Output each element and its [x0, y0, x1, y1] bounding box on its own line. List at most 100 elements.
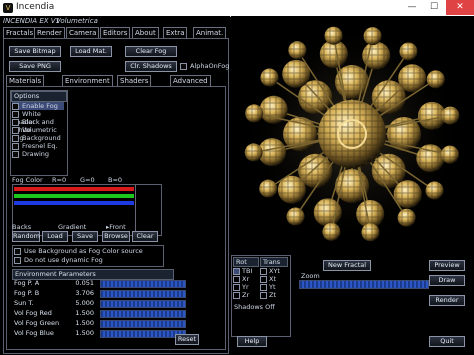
fog-color-label: Fog Color — [12, 176, 43, 184]
fresnel-checkbox[interactable]: Fresnel Eq. — [12, 142, 64, 150]
fractal-bulb-texture — [426, 70, 445, 89]
param-slider[interactable] — [100, 310, 186, 318]
trans-item-label: XYt — [269, 267, 280, 275]
param-name: Vol Fog Green — [14, 319, 60, 327]
rot-item[interactable]: TBI — [233, 267, 252, 275]
alpha-on-fog-checkbox[interactable]: AlphaOnFog — [180, 62, 229, 70]
rot-item[interactable]: Zr — [233, 291, 252, 299]
app-name: INCENDIA EX V1 — [3, 17, 61, 25]
rot-item[interactable]: Xr — [233, 275, 252, 283]
save-gradient-button[interactable]: Save — [72, 231, 98, 242]
clear-shadows-button[interactable]: Clr. Shadows — [125, 61, 177, 72]
param-slider[interactable] — [100, 330, 186, 338]
option-label: Drawing — [22, 150, 50, 158]
quit-button[interactable]: Quit — [429, 336, 465, 347]
param-value: 1.500 — [75, 319, 94, 327]
checkbox-box — [12, 102, 19, 110]
param-value: 0.051 — [75, 279, 94, 287]
preview-button[interactable]: Preview — [429, 260, 465, 271]
minimize-button[interactable]: — — [402, 0, 422, 15]
rot-item-label: Xr — [242, 275, 250, 283]
white-shader-checkbox[interactable]: White Shader — [12, 110, 64, 126]
param-row: Vol Fog Green 1.500 — [12, 319, 192, 328]
enable-fog-checkbox[interactable]: Enable Fog — [12, 102, 64, 110]
no-dynamic-fog-checkbox[interactable]: Do not use dynamic Fog — [14, 256, 103, 264]
gradient-label: Gradient — [58, 223, 87, 231]
rot-item-label: Yr — [242, 283, 249, 291]
param-slider[interactable] — [100, 280, 186, 288]
fractal-bulb-texture — [324, 26, 343, 45]
param-value: 3.706 — [75, 289, 94, 297]
random-button[interactable]: Random — [12, 231, 40, 242]
fractal-bulb-texture — [245, 104, 264, 123]
front-label: ▸Front — [106, 223, 126, 231]
help-button[interactable]: Help — [237, 336, 267, 347]
background-checkbox[interactable]: Background — [12, 134, 64, 142]
fog-red-value: R=0 — [52, 176, 67, 184]
trans-item[interactable]: Xt — [260, 275, 280, 283]
radio-box — [260, 267, 267, 275]
window-title: Incendia — [16, 2, 55, 12]
trans-item-label: Zt — [269, 291, 277, 299]
env-params-list: Fog P. A 0.051 Fog P. B 3.706 Sun T. 5.000 … — [12, 279, 192, 339]
fractal-bulb-texture — [363, 27, 382, 46]
trans-header: Trans — [260, 257, 288, 267]
draw-button[interactable]: Draw — [429, 275, 465, 286]
save-png-button[interactable]: Save PNG — [9, 61, 61, 72]
load-material-button[interactable]: Load Mat. — [70, 46, 112, 57]
maximize-button[interactable]: ☐ — [424, 0, 444, 15]
param-slider[interactable] — [100, 300, 186, 308]
param-slider[interactable] — [100, 320, 186, 328]
volumetric-fog-checkbox[interactable]: Volumetric Fog — [12, 126, 64, 142]
checkbox-box — [180, 62, 187, 70]
black-and-white-checkbox[interactable]: Black and White — [12, 118, 64, 134]
clear-fog-button[interactable]: Clear Fog — [125, 46, 177, 57]
rot-item[interactable]: Yr — [233, 283, 252, 291]
file-name: Volumetrica — [56, 17, 98, 25]
alpha-on-fog-label: AlphaOnFog — [190, 62, 230, 70]
fractal-viewport[interactable] — [231, 16, 474, 253]
options-header: Options — [11, 91, 67, 102]
fractal-bulb-texture — [260, 68, 279, 87]
browse-button[interactable]: Browse — [102, 231, 130, 242]
clear-gradient-button[interactable]: Clear — [132, 231, 158, 242]
trans-item[interactable]: Zt — [260, 291, 280, 299]
radio-box — [233, 283, 240, 291]
reset-button[interactable]: Reset — [175, 334, 199, 345]
background-fog-source-checkbox[interactable]: Use Background as Fog Color source — [14, 247, 143, 255]
param-row: Sun T. 5.000 — [12, 299, 192, 308]
fractal-bulb-texture — [425, 181, 444, 200]
fractal-bulb-texture — [322, 222, 341, 241]
new-fractal-button[interactable]: New Fractal — [323, 260, 371, 271]
param-name: Fog P. B — [14, 289, 40, 297]
radio-box — [233, 267, 240, 275]
radio-box — [260, 283, 267, 291]
drawing-checkbox[interactable]: Drawing — [12, 150, 64, 158]
zoom-slider[interactable] — [299, 280, 429, 289]
checkbox-box — [12, 150, 19, 158]
trans-item[interactable]: Yt — [260, 283, 280, 291]
blue-channel-bar[interactable] — [14, 201, 134, 205]
options-list: Enable Fog White Shader Black and White … — [12, 102, 64, 158]
load-gradient-button[interactable]: Load — [42, 231, 68, 242]
checkbox-box — [12, 126, 19, 134]
param-row: Fog P. A 0.051 — [12, 279, 192, 288]
green-channel-bar[interactable] — [14, 194, 134, 198]
fog-blue-value: B=0 — [108, 176, 123, 184]
param-name: Sun T. — [14, 299, 34, 307]
control-panel: INCENDIA EX V1 Volumetrica Fractals Rend… — [0, 16, 230, 355]
trans-item[interactable]: XYt — [260, 267, 280, 275]
gradient-divider — [135, 185, 136, 232]
render-button[interactable]: Render — [429, 295, 465, 306]
fractal-bulb-texture — [397, 208, 416, 227]
param-name: Fog P. A — [14, 279, 40, 287]
param-slider[interactable] — [100, 290, 186, 298]
gradient-editor[interactable] — [12, 184, 162, 236]
save-bitmap-button[interactable]: Save Bitmap — [9, 46, 61, 57]
fractal-bulb-texture — [440, 145, 459, 164]
param-name: Vol Fog Red — [14, 309, 52, 317]
fractal-bulb-texture — [441, 106, 460, 125]
red-channel-bar[interactable] — [14, 187, 134, 191]
rot-header: Rot — [233, 257, 259, 267]
close-button[interactable]: ✕ — [446, 0, 474, 15]
